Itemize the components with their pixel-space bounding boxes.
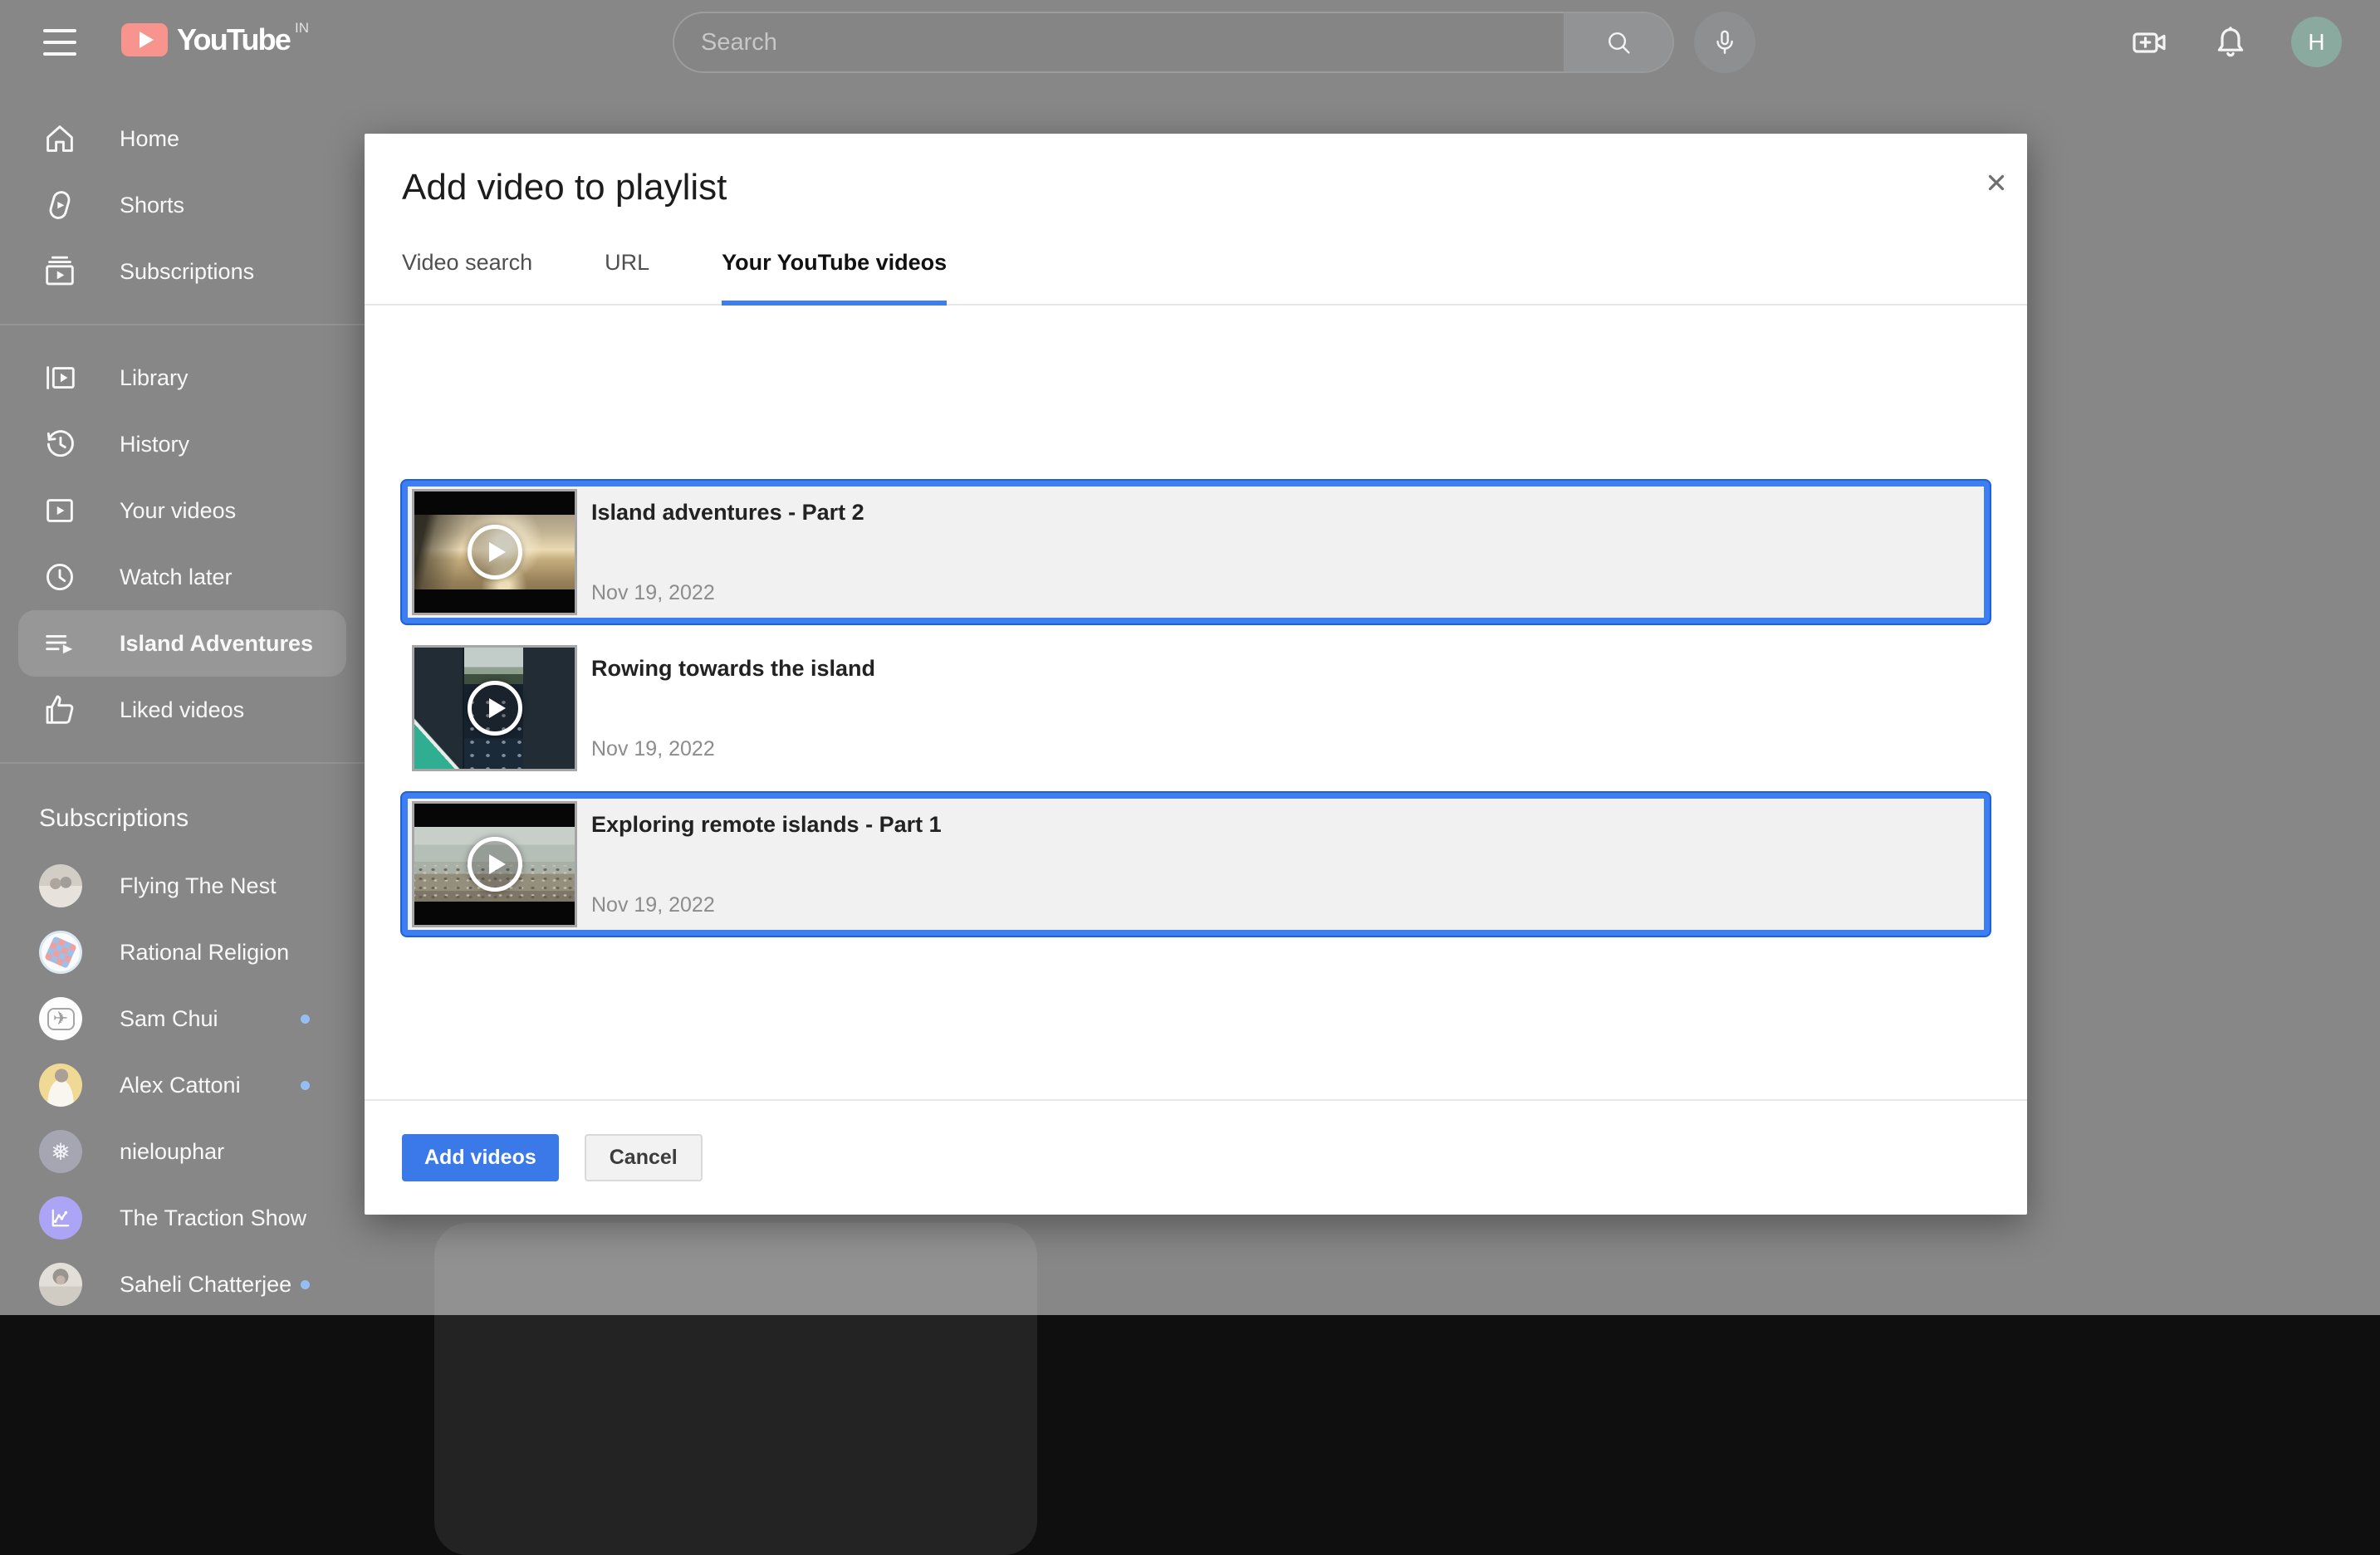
- video-thumbnail: [412, 489, 577, 615]
- video-list: Island adventures - Part 2Nov 19, 2022Ro…: [365, 442, 2027, 1098]
- play-icon: [468, 525, 522, 579]
- video-thumbnail: [412, 645, 577, 771]
- video-row-rowing-towards-the-island[interactable]: Rowing towards the island Nov 19, 2022: [402, 637, 1990, 780]
- dialog-footer: Add videos Cancel: [365, 1099, 2027, 1215]
- add-videos-button[interactable]: Add videos: [402, 1134, 559, 1181]
- add-video-to-playlist-dialog: Add video to playlist Video search URL You…: [365, 134, 2027, 1215]
- video-meta: Exploring remote islands - Part 1 Nov 19,…: [577, 799, 1984, 930]
- video-date: Nov 19, 2022: [591, 893, 1984, 917]
- video-date: Nov 19, 2022: [591, 581, 1984, 605]
- video-title: Island adventures - Part 2: [591, 500, 1984, 526]
- play-icon: [468, 681, 522, 736]
- video-date: Nov 19, 2022: [591, 737, 1984, 761]
- video-title: Exploring remote islands - Part 1: [591, 812, 1984, 838]
- close-button[interactable]: [1977, 164, 2015, 202]
- video-meta: Island adventures - Part 2 Nov 19, 2022: [577, 487, 1984, 618]
- video-title: Rowing towards the island: [591, 656, 1984, 682]
- close-icon: [1984, 170, 2009, 195]
- dialog-title: Add video to playlist: [365, 134, 2027, 208]
- video-meta: Rowing towards the island Nov 19, 2022: [577, 643, 1984, 774]
- play-icon: [468, 837, 522, 892]
- cancel-button[interactable]: Cancel: [585, 1134, 703, 1181]
- tab-url[interactable]: URL: [605, 233, 649, 304]
- video-row-island-adventures-part-2[interactable]: Island adventures - Part 2 Nov 19, 2022: [402, 481, 1990, 623]
- video-row-exploring-remote-islands-part-1[interactable]: Exploring remote islands - Part 1 Nov 19,…: [402, 793, 1990, 936]
- dialog-tabs: Video search URL Your YouTube videos: [365, 233, 2027, 306]
- tab-video-search[interactable]: Video search: [402, 233, 532, 304]
- video-thumbnail: [412, 801, 577, 927]
- tab-your-youtube-videos[interactable]: Your YouTube videos: [722, 233, 947, 304]
